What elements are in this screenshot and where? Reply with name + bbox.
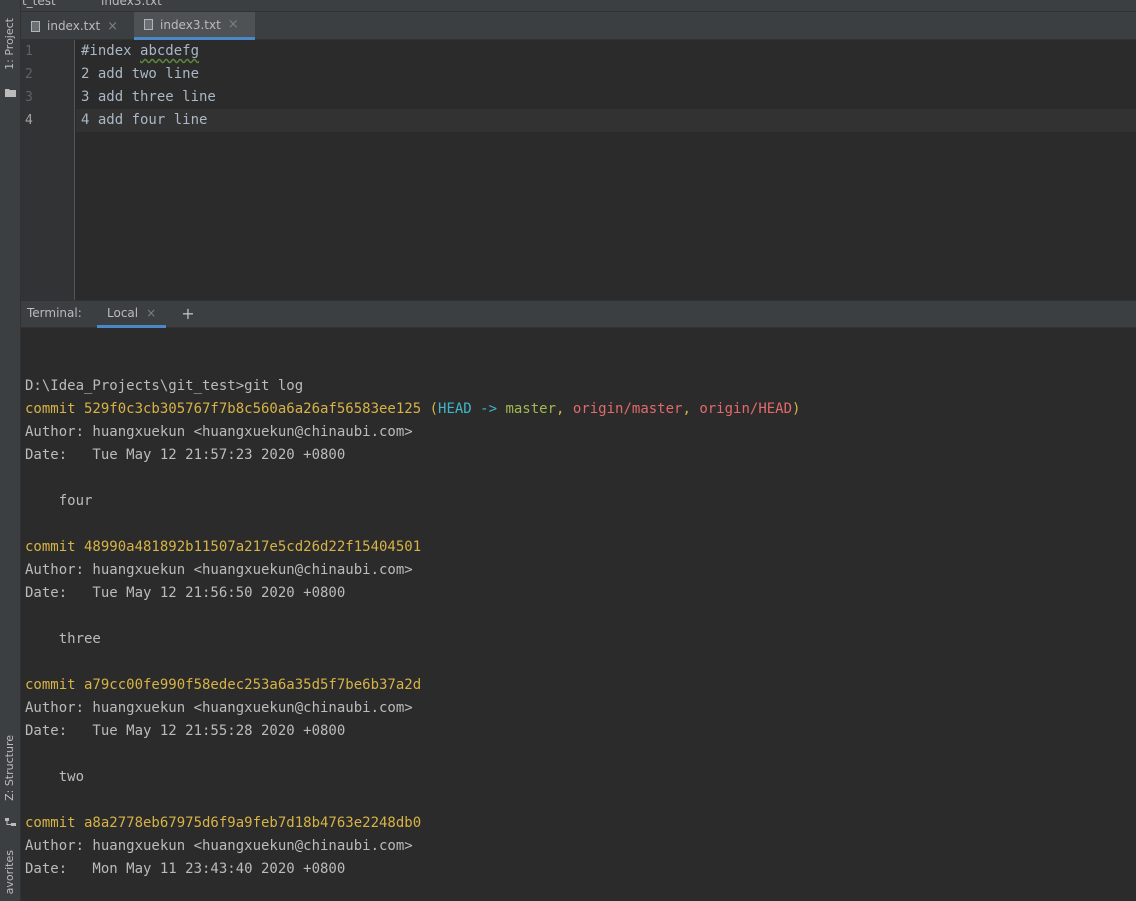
code-line[interactable]: 2 add two line <box>76 63 1136 86</box>
editor-tab-bar: index.txt × index3.txt × <box>21 12 1136 40</box>
structure-icon <box>5 818 16 826</box>
project-tool-label: 1: Project <box>3 18 16 70</box>
tab-index3-txt[interactable]: index3.txt × <box>134 12 255 40</box>
commit-hash: commit 48990a481892b11507a217e5cd26d22f1… <box>25 539 422 555</box>
project-tool-button[interactable]: 1: Project <box>0 18 21 98</box>
ref-separator: , <box>556 401 573 417</box>
commit-author: Author: huangxuekun <huangxuekun@chinaub… <box>25 562 413 578</box>
breadcrumb: git_test index3.txt <box>21 0 1136 12</box>
ref-origin-master: origin/master <box>572 401 683 417</box>
commit-hash: commit a8a2778eb67975d6f9a9feb7d18b4763e… <box>25 815 422 831</box>
line-number: 4 <box>25 113 33 128</box>
line-number: 2 <box>25 67 33 82</box>
code-line[interactable]: #index abcdefg <box>76 40 1136 63</box>
terminal-output[interactable]: D:\Idea_Projects\git_test>git log commit… <box>21 328 1136 901</box>
code-line-current[interactable]: 4 add four line <box>76 109 1136 132</box>
breadcrumb-project[interactable]: git_test <box>21 0 56 8</box>
breadcrumb-file[interactable]: index3.txt <box>101 0 162 8</box>
commit-author: Author: huangxuekun <huangxuekun@chinaub… <box>25 700 413 716</box>
commit-message: four <box>25 493 93 509</box>
commit-date: Date: Mon May 11 23:43:40 2020 +0800 <box>25 861 346 877</box>
line-number-gutter: 1 2 3 4 <box>21 40 75 300</box>
commit-author: Author: huangxuekun <huangxuekun@chinaub… <box>25 838 413 854</box>
code-line[interactable]: 3 add three line <box>76 86 1136 109</box>
favorites-tool-button[interactable]: avorites <box>0 850 21 901</box>
tab-index-txt[interactable]: index.txt × <box>21 12 134 40</box>
line-number: 3 <box>25 90 33 105</box>
ref-head: HEAD -> <box>438 401 506 417</box>
structure-tool-button[interactable]: Z: Structure <box>0 735 21 830</box>
terminal-header: Terminal: Local × + <box>21 300 1136 328</box>
spelling-warning-text: abcdefg <box>140 43 200 59</box>
close-icon[interactable]: × <box>228 17 239 32</box>
line-number: 1 <box>25 44 33 59</box>
commit-hash: commit 529f0c3cb305767f7b8c560a6a26af565… <box>25 401 422 417</box>
tab-label: index.txt <box>47 19 101 33</box>
close-icon[interactable]: × <box>146 306 156 320</box>
commit-author: Author: huangxuekun <huangxuekun@chinaub… <box>25 424 413 440</box>
close-icon[interactable]: × <box>107 19 118 34</box>
code-text: #index <box>81 43 141 59</box>
folder-icon <box>5 89 16 97</box>
ref-paren: ) <box>792 401 801 417</box>
ref-origin-head: origin/HEAD <box>699 401 793 417</box>
commit-date: Date: Tue May 12 21:57:23 2020 +0800 <box>25 447 346 463</box>
ref-separator: , <box>682 401 700 417</box>
commit-date: Date: Tue May 12 21:55:28 2020 +0800 <box>25 723 346 739</box>
new-terminal-button[interactable]: + <box>177 303 199 325</box>
terminal-title: Terminal: <box>27 306 82 320</box>
code-editor[interactable]: 1 2 3 4 #index abcdefg 2 add two line 3 … <box>21 40 1136 300</box>
terminal-tab-label: Local <box>107 306 139 320</box>
terminal-prompt: D:\Idea_Projects\git_test>git log <box>25 378 304 394</box>
commit-message: three <box>25 631 101 647</box>
structure-tool-label: Z: Structure <box>3 735 16 801</box>
commit-date: Date: Tue May 12 21:56:50 2020 +0800 <box>25 585 346 601</box>
text-file-icon <box>31 20 40 32</box>
ref-paren: ( <box>421 401 439 417</box>
terminal-tab-local[interactable]: Local × <box>97 301 167 328</box>
left-tool-strip: 1: Project Z: Structure avorites <box>0 0 21 901</box>
text-file-icon <box>144 19 153 30</box>
tab-label: index3.txt <box>160 17 221 32</box>
favorites-tool-label: avorites <box>3 850 16 895</box>
commit-hash: commit a79cc00fe990f58edec253a6a35d5f7be… <box>25 677 422 693</box>
commit-message: two <box>25 769 85 785</box>
ref-master: master <box>505 401 557 417</box>
commit-line: commit 529f0c3cb305767f7b8c560a6a26af565… <box>25 398 800 421</box>
